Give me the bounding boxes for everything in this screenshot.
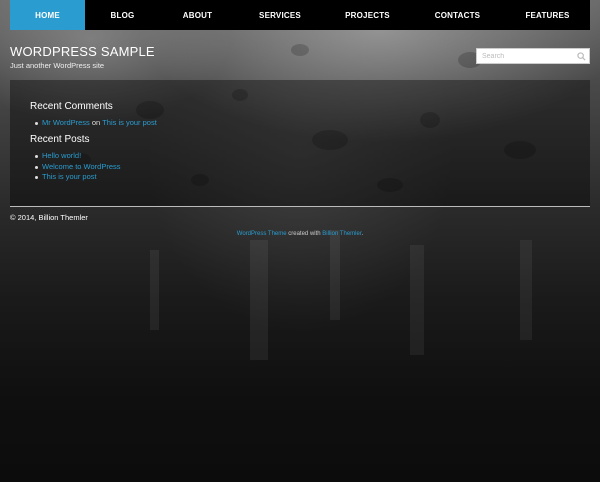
credits-text: created with — [286, 231, 323, 237]
nav-blog[interactable]: BLOG — [85, 0, 160, 30]
list-item: Mr WordPress on This is your post — [35, 118, 157, 129]
footer-credits: WordPress Theme created with Billion The… — [0, 231, 600, 237]
comment-connector: on — [91, 118, 101, 127]
recent-comments-list: Mr WordPress on This is your post — [35, 118, 157, 129]
nav-contacts[interactable]: CONTACTS — [410, 0, 505, 30]
site-title[interactable]: WORDPRESS SAMPLE — [10, 44, 155, 59]
list-item: This is your post — [35, 172, 121, 183]
search-box — [476, 48, 590, 64]
theme-link[interactable]: WordPress Theme — [237, 231, 287, 237]
post-link[interactable]: Hello world! — [42, 151, 81, 160]
grunge-texture — [69, 44, 536, 360]
recent-comments-title: Recent Comments — [30, 101, 113, 112]
nav-services[interactable]: SERVICES — [235, 0, 325, 30]
nav-about[interactable]: ABOUT — [160, 0, 235, 30]
list-item: Welcome to WordPress — [35, 162, 121, 173]
nav-features[interactable]: FEATURES — [505, 0, 590, 30]
recent-posts-list: Hello world! Welcome to WordPress This i… — [35, 151, 121, 183]
widget-area: Recent Comments Mr WordPress on This is … — [10, 80, 590, 207]
credits-end: . — [361, 231, 364, 237]
recent-posts-title: Recent Posts — [30, 134, 90, 145]
comment-author-link[interactable]: Mr WordPress — [42, 118, 90, 127]
main-nav: HOME BLOG ABOUT SERVICES PROJECTS CONTAC… — [10, 0, 590, 30]
search-input[interactable] — [477, 49, 577, 63]
post-link[interactable]: Welcome to WordPress — [42, 162, 121, 171]
search-icon[interactable] — [577, 52, 586, 61]
site-tagline: Just another WordPress site — [10, 61, 105, 70]
comment-post-link[interactable]: This is your post — [102, 118, 157, 127]
nav-projects[interactable]: PROJECTS — [325, 0, 410, 30]
list-item: Hello world! — [35, 151, 121, 162]
post-link[interactable]: This is your post — [42, 172, 97, 181]
themler-link[interactable]: Billion Themler — [322, 231, 361, 237]
copyright-text: © 2014, Billion Themler — [10, 213, 88, 222]
nav-home[interactable]: HOME — [10, 0, 85, 30]
